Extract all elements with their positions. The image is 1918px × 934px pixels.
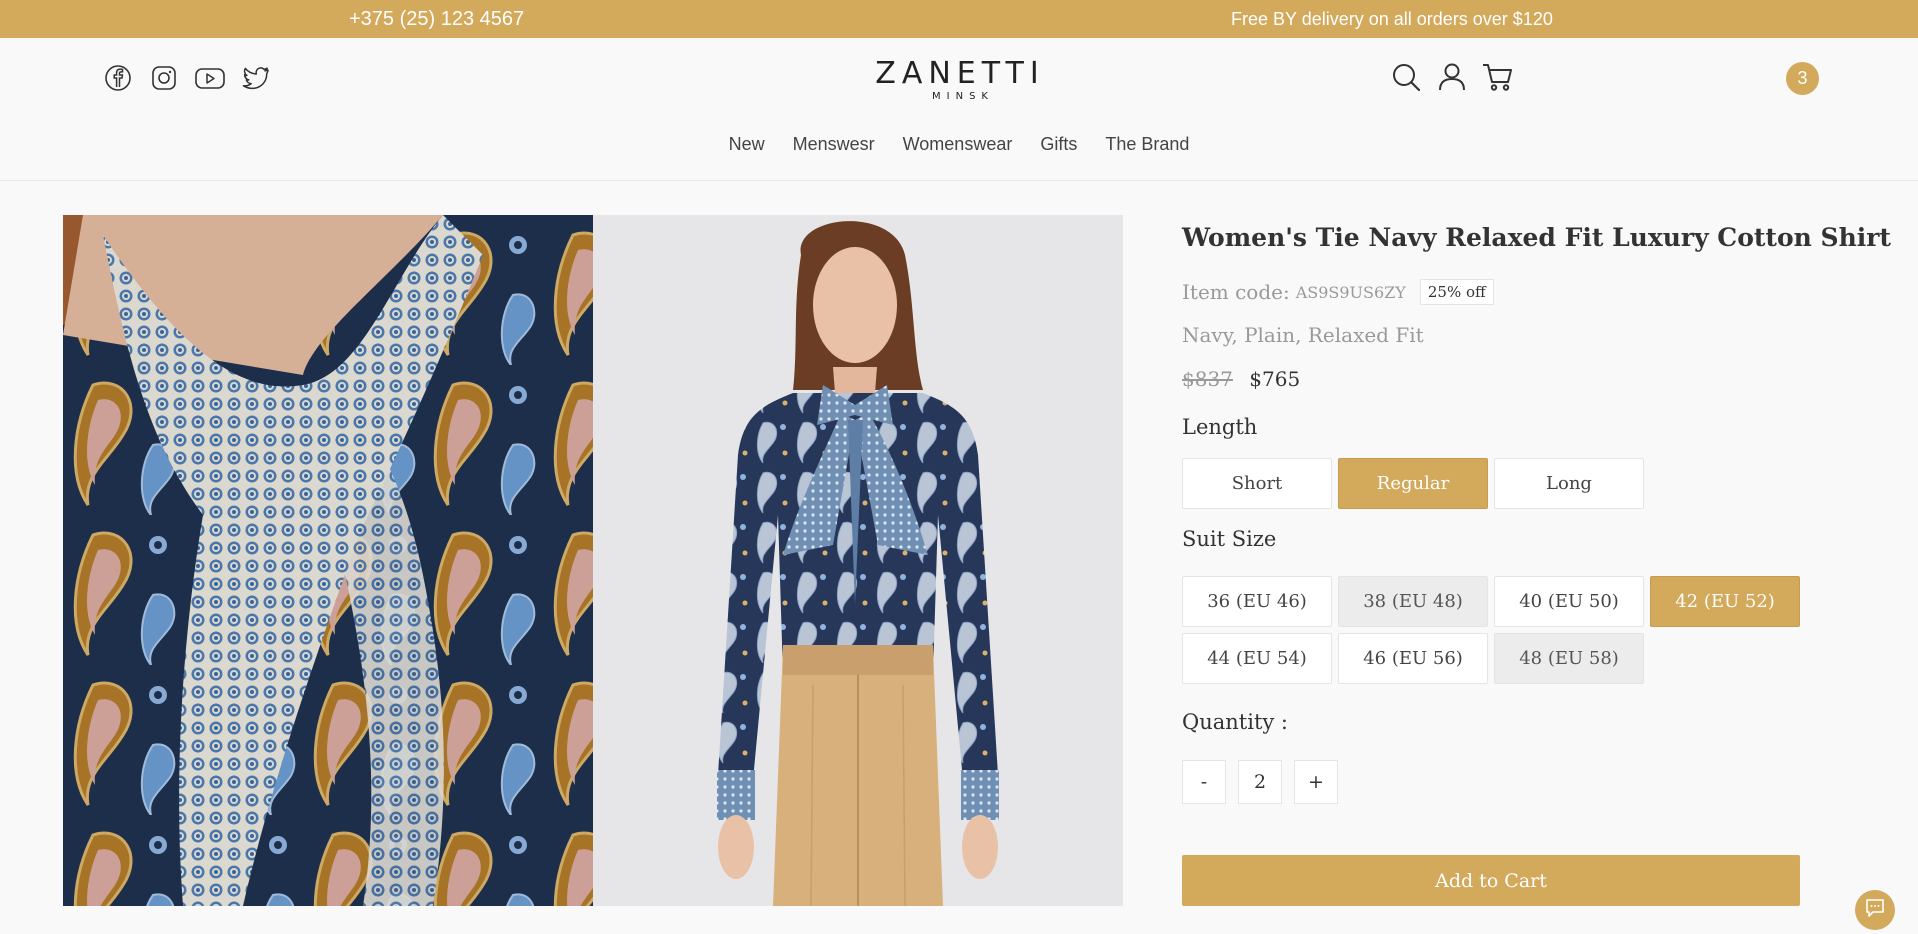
length-option-short[interactable]: Short [1182, 458, 1332, 509]
item-code-label: Item code: [1182, 280, 1290, 304]
brand-logo[interactable]: ZANETTI MINSK [870, 56, 1050, 102]
size-option-40[interactable]: 40 (EU 50) [1494, 576, 1644, 627]
price: $837 $765 [1182, 367, 1300, 391]
discount-badge: 25% off [1419, 279, 1494, 305]
search-icon[interactable] [1390, 60, 1422, 94]
quantity-increase-button[interactable]: + [1294, 760, 1338, 804]
length-label: Length [1182, 415, 1258, 439]
product-image-detail[interactable] [63, 215, 593, 906]
site-header: ZANETTI MINSK 3 New Menswesr Womenswear … [0, 38, 1918, 181]
size-option-38[interactable]: 38 (EU 48) [1338, 576, 1488, 627]
nav-item-gifts[interactable]: Gifts [1040, 134, 1077, 155]
nav-item-menswear[interactable]: Menswesr [793, 134, 875, 155]
size-option-44[interactable]: 44 (EU 54) [1182, 633, 1332, 684]
quantity-label: Quantity : [1182, 710, 1288, 734]
size-option-48[interactable]: 48 (EU 58) [1494, 633, 1644, 684]
quantity-decrease-button[interactable]: - [1182, 760, 1226, 804]
nav-item-womenswear[interactable]: Womenswear [903, 134, 1013, 155]
old-price: $837 [1182, 367, 1233, 391]
instagram-icon[interactable] [148, 62, 180, 94]
length-option-regular[interactable]: Regular [1338, 458, 1488, 509]
size-option-36[interactable]: 36 (EU 46) [1182, 576, 1332, 627]
header-actions [1390, 60, 1514, 94]
cart-count-badge[interactable]: 3 [1786, 62, 1819, 95]
twitter-icon[interactable] [240, 62, 272, 94]
logo-city: MINSK [932, 91, 994, 102]
quantity-input[interactable]: 2 [1238, 760, 1282, 804]
promo-text: Free BY delivery on all orders over $120 [1231, 9, 1553, 29]
facebook-icon[interactable] [102, 62, 134, 94]
phone-number[interactable]: +375 (25) 123 4567 [349, 8, 524, 31]
length-option-long[interactable]: Long [1494, 458, 1644, 509]
chat-button[interactable] [1855, 890, 1895, 930]
add-to-cart-button[interactable]: Add to Cart [1182, 855, 1800, 906]
announcement-bar: +375 (25) 123 4567 Free BY delivery on a… [0, 0, 1918, 38]
social-links [102, 62, 272, 94]
size-option-46[interactable]: 46 (EU 56) [1338, 633, 1488, 684]
youtube-icon[interactable] [194, 62, 226, 94]
nav-item-the-brand[interactable]: The Brand [1105, 134, 1189, 155]
product-gallery [63, 215, 1124, 906]
size-option-42[interactable]: 42 (EU 52) [1650, 576, 1800, 627]
main-nav: New Menswesr Womenswear Gifts The Brand [0, 134, 1918, 155]
current-price: $765 [1249, 367, 1301, 391]
product-attributes: Navy, Plain, Relaxed Fit [1182, 323, 1424, 347]
item-code: Item code: AS9S9US6ZY 25% off [1182, 279, 1494, 305]
logo-name: ZANETTI [875, 56, 1045, 91]
suit-size-label: Suit Size [1182, 527, 1277, 551]
nav-item-new[interactable]: New [729, 134, 765, 155]
user-icon[interactable] [1436, 60, 1468, 94]
item-code-value: AS9S9US6ZY [1295, 282, 1406, 302]
product-title: Women's Tie Navy Relaxed Fit Luxury Cott… [1182, 223, 1891, 252]
cart-icon[interactable] [1482, 60, 1514, 94]
product-image-model[interactable] [593, 215, 1123, 906]
chat-icon [1864, 897, 1886, 923]
